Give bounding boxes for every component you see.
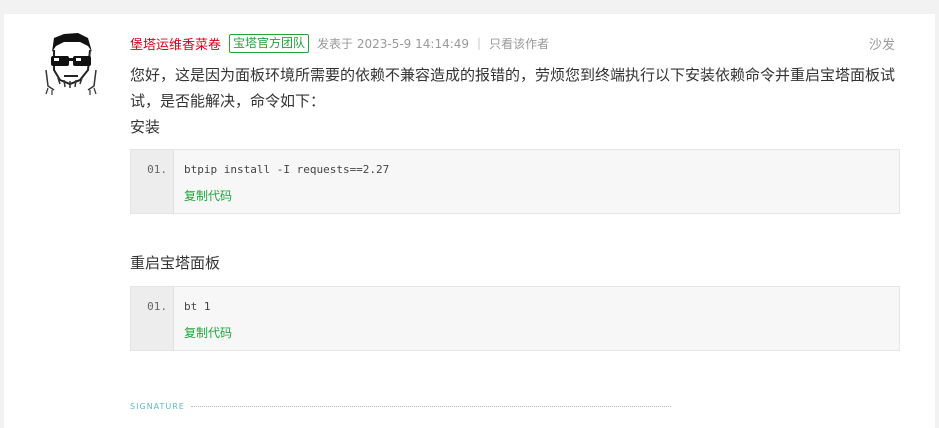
- copy-code-button[interactable]: 复制代码: [184, 324, 232, 341]
- install-label: 安装: [130, 118, 161, 136]
- floor-label[interactable]: 沙发: [869, 34, 895, 53]
- code-block-install: 01. btpip install -I requests==2.27 复制代码: [130, 149, 900, 214]
- post-timestamp: 发表于 2023-5-9 14:14:49: [317, 36, 470, 51]
- author-name[interactable]: 堡塔运维香菜卷: [130, 34, 221, 53]
- code-gutter: 01.: [131, 287, 174, 350]
- author-badge: 宝塔官方团队: [229, 33, 310, 53]
- code-line[interactable]: btpip install -I requests==2.27: [184, 163, 389, 176]
- only-author-link[interactable]: 只看该作者: [489, 35, 549, 52]
- avatar[interactable]: [44, 30, 98, 96]
- post-card: 堡塔运维香菜卷 宝塔官方团队 发表于 2023-5-9 14:14:49 | 只…: [4, 14, 935, 428]
- copy-code-button[interactable]: 复制代码: [184, 187, 232, 204]
- code-line-number: 01.: [147, 163, 167, 176]
- restart-label: 重启宝塔面板: [130, 254, 221, 272]
- avatar-face-icon: [45, 33, 97, 95]
- signature-label: SIGNATURE: [130, 402, 185, 411]
- post-header: 堡塔运维香菜卷 宝塔官方团队 发表于 2023-5-9 14:14:49 | 只…: [130, 32, 935, 54]
- post-body-text: 您好，这是因为面板环境所需要的依赖不兼容造成的报错的，劳烦您到终端执行以下安装依…: [130, 66, 896, 110]
- signature-rule: [190, 406, 671, 407]
- code-line[interactable]: bt 1: [184, 300, 211, 313]
- code-block-restart: 01. bt 1 复制代码: [130, 286, 900, 351]
- signature-divider: SIGNATURE: [130, 402, 671, 411]
- code-line-number: 01.: [147, 300, 167, 313]
- header-separator: |: [477, 36, 482, 50]
- code-gutter: 01.: [131, 150, 174, 213]
